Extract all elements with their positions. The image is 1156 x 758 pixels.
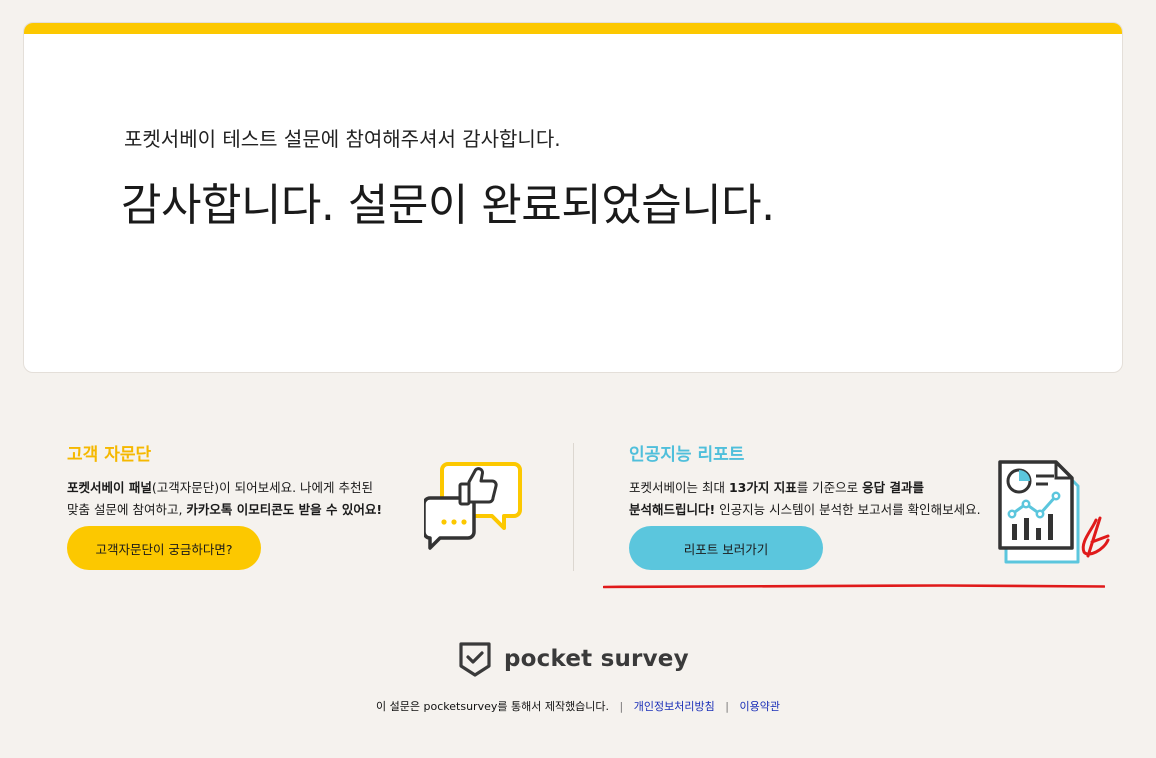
promo-divider [573, 443, 574, 571]
report-line1-bold-b: 응답 결과를 [862, 480, 925, 495]
card-accent-bar [24, 23, 1122, 34]
report-line1-a: 포켓서베이는 최대 [629, 480, 729, 495]
view-report-button[interactable]: 리포트 보러가기 [629, 526, 823, 570]
panel-promo-bold: 포켓서베이 패널 [67, 480, 152, 495]
panel-promo-line2: 맞춤 설문에 참여하고, [67, 502, 187, 517]
pocket-survey-logo: pocket survey [458, 638, 689, 680]
report-line1-b: 를 기준으로 [796, 480, 863, 495]
panel-promo-line1: (고객자문단)이 되어보세요. 나에게 추천된 [151, 480, 374, 495]
annotation-underline [603, 584, 1105, 589]
report-line2-rest: 인공지능 시스템이 분석한 보고서를 확인해보세요. [715, 502, 981, 517]
report-line2-bold: 분석해드립니다! [629, 502, 716, 517]
footer-made-with: 이 설문은 pocketsurvey를 통해서 제작했습니다. [376, 700, 610, 713]
footer: 이 설문은 pocketsurvey를 통해서 제작했습니다. | 개인정보처리… [0, 698, 1156, 714]
panel-info-button[interactable]: 고객자문단이 궁금하다면? [67, 526, 261, 570]
pocket-shield-check-icon [459, 642, 491, 677]
logo-text: pocket survey [504, 646, 689, 672]
panel-promo-bold-2: 카카오톡 이모티콘도 받을 수 있어요! [186, 502, 383, 517]
completion-subtitle: 포켓서베이 테스트 설문에 참여해주셔서 감사합니다. [124, 127, 561, 151]
completion-card: 포켓서베이 테스트 설문에 참여해주셔서 감사합니다. 감사합니다. 설문이 완… [23, 22, 1123, 373]
footer-separator-2: | [725, 700, 729, 713]
report-line1-bold-a: 13가지 지표 [728, 480, 797, 495]
privacy-policy-link[interactable]: 개인정보처리방침 [634, 700, 715, 713]
report-chart-icon [998, 460, 1110, 564]
completion-title: 감사합니다. 설문이 완료되었습니다. [121, 180, 775, 231]
footer-separator: | [619, 700, 624, 713]
chat-thumbs-up-icon [424, 462, 522, 550]
terms-link[interactable]: 이용약관 [739, 700, 779, 713]
